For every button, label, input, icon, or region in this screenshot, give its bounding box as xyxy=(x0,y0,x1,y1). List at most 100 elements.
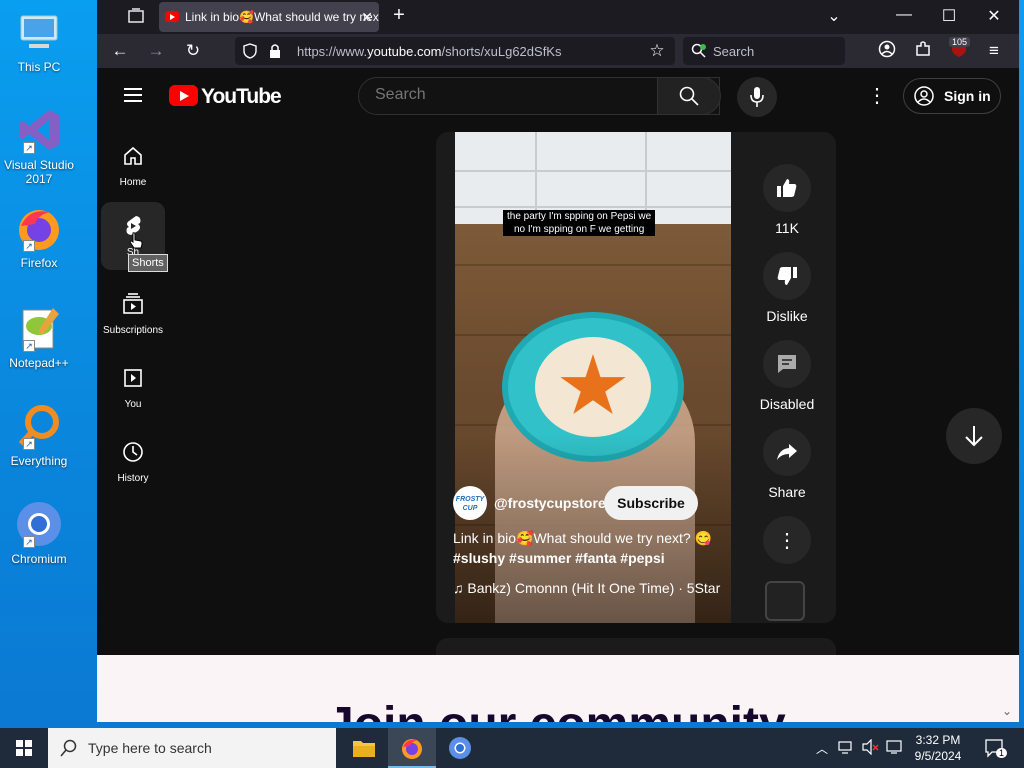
short-title-text: Link in bio🥰What should we try next? 😋 xyxy=(453,530,712,546)
sidebar-item-history[interactable]: History xyxy=(101,428,165,496)
sidebar-item-label: You xyxy=(124,399,142,410)
account-icon[interactable] xyxy=(875,40,899,62)
channel-name[interactable]: @frostycupstore xyxy=(494,495,606,511)
share-label: Share xyxy=(768,484,806,500)
dislike-button[interactable]: Dislike xyxy=(747,252,827,324)
new-tab-icon[interactable]: + xyxy=(387,4,411,27)
mouse-cursor-hand-icon xyxy=(129,232,143,255)
extension-badge: 105 xyxy=(949,37,971,47)
tab-list-icon[interactable] xyxy=(127,8,147,26)
desktop-icon-visual-studio[interactable]: ↗ Visual Studio 2017 xyxy=(4,106,74,186)
desktop-icon-notepadpp[interactable]: ↗ Notepad++ xyxy=(4,304,74,370)
list-all-tabs-icon[interactable]: ⌄ xyxy=(819,6,849,26)
channel-row: FROSTY CUP @frostycupstore Subscribe xyxy=(453,486,743,522)
reload-icon[interactable]: ↻ xyxy=(181,40,205,62)
notification-count: 1 xyxy=(996,748,1008,758)
display-icon[interactable] xyxy=(886,739,902,758)
page-footer-banner: Join our community xyxy=(97,655,1019,722)
your-videos-icon xyxy=(124,369,142,387)
more-vertical-icon: ⋮ xyxy=(777,530,797,552)
show-hidden-icons-icon[interactable]: ︿ xyxy=(816,740,828,757)
tab-youtube-shorts[interactable]: Link in bio🥰What should we try next? ✕ xyxy=(159,2,379,32)
youtube-page: YouTube ⋮ Sign in Home Sh Shorts Subscri… xyxy=(97,68,1019,658)
clock-date: 9/5/2024 xyxy=(914,749,962,763)
footer-heading: Join our community xyxy=(327,697,786,722)
search-input[interactable] xyxy=(375,86,655,104)
maximize-icon[interactable]: ☐ xyxy=(934,6,964,26)
sidebar-item-you[interactable]: You xyxy=(101,354,165,422)
minimize-icon[interactable]: — xyxy=(889,6,919,24)
bookmark-star-icon[interactable]: ☆ xyxy=(645,40,669,62)
volume-muted-icon[interactable] xyxy=(862,738,880,758)
back-icon[interactable]: ← xyxy=(108,40,132,62)
desktop-icon-firefox[interactable]: ↗ Firefox xyxy=(4,204,74,270)
sound-thumbnail[interactable] xyxy=(765,581,805,621)
extensions-icon[interactable] xyxy=(911,40,935,62)
shortcut-arrow-icon: ↗ xyxy=(23,240,35,252)
desktop-icon-everything[interactable]: ↗ Everything xyxy=(4,402,74,468)
search-icon xyxy=(679,86,699,106)
share-button[interactable]: Share xyxy=(747,428,827,500)
settings-more-icon[interactable]: ⋮ xyxy=(867,86,887,106)
taskbar-clock[interactable]: 3:32 PM 9/5/2024 xyxy=(908,732,968,764)
firefox-icon xyxy=(402,739,422,759)
shortcut-arrow-icon: ↗ xyxy=(23,438,35,450)
tab-title: Link in bio🥰What should we try next? xyxy=(185,10,379,24)
forward-icon[interactable]: → xyxy=(144,40,168,62)
shorts-tooltip: Shorts xyxy=(128,254,168,272)
like-button[interactable]: 11K xyxy=(747,164,827,236)
taskbar-chromium[interactable] xyxy=(436,728,484,768)
app-menu-icon[interactable]: ≡ xyxy=(982,40,1006,62)
chromium-icon: ↗ xyxy=(15,500,63,548)
user-circle-icon xyxy=(914,86,934,106)
sidebar-item-label: Subscriptions xyxy=(102,325,164,336)
url-text: https://www.youtube.com/shorts/xuLg62dSf… xyxy=(297,44,562,59)
subscribe-button[interactable]: Subscribe xyxy=(604,486,698,520)
desktop-icon-label: Firefox xyxy=(20,256,58,270)
close-window-icon[interactable]: ✕ xyxy=(979,6,1009,26)
taskbar-firefox[interactable] xyxy=(388,728,436,768)
desktop-icon-chromium[interactable]: ↗ Chromium xyxy=(4,500,74,566)
everything-icon: ↗ xyxy=(15,402,63,450)
browser-search-box[interactable]: Search xyxy=(683,37,845,65)
home-icon xyxy=(124,146,142,165)
music-ticker[interactable]: ♫ Bankz) Cmonnn (Hit It One Time) · 5Sta… xyxy=(453,580,737,596)
channel-avatar[interactable]: FROSTY CUP xyxy=(453,486,487,520)
short-title[interactable]: Link in bio🥰What should we try next? 😋 #… xyxy=(453,528,743,568)
comments-label: Disabled xyxy=(759,396,815,412)
desktop-icon-label: This PC xyxy=(17,60,61,74)
sign-in-button[interactable]: Sign in xyxy=(903,78,1001,114)
notifications-icon[interactable]: 1 xyxy=(984,738,1008,761)
arrow-down-icon xyxy=(965,426,983,447)
comments-button[interactable]: Disabled xyxy=(747,340,827,412)
chromium-icon xyxy=(449,737,471,759)
sign-in-label: Sign in xyxy=(944,88,991,104)
short-hashtags[interactable]: #slushy #summer #fanta #pepsi xyxy=(453,548,743,568)
computer-icon xyxy=(15,8,63,56)
more-actions-button[interactable]: ⋮ xyxy=(747,516,827,572)
taskbar-search[interactable]: Type here to search xyxy=(48,728,336,768)
next-short-button[interactable] xyxy=(946,408,1002,464)
firefox-window: Link in bio🥰What should we try next? ✕ +… xyxy=(97,0,1019,722)
scroll-down-icon[interactable]: ⌄ xyxy=(1002,704,1012,718)
voice-search-button[interactable] xyxy=(737,77,777,117)
history-icon xyxy=(123,442,143,462)
search-box-label: Search xyxy=(713,44,755,59)
tracking-shield-icon[interactable] xyxy=(243,43,257,64)
desktop-icon-this-pc[interactable]: This PC xyxy=(4,8,74,74)
search-button[interactable] xyxy=(657,77,721,115)
start-button[interactable] xyxy=(0,728,48,768)
address-bar[interactable]: https://www.youtube.com/shorts/xuLg62dSf… xyxy=(235,37,675,65)
guide-menu-icon[interactable] xyxy=(124,88,142,102)
search-engine-icon xyxy=(691,43,707,64)
video-caption: the party I'm spping on Pepsi we no I'm … xyxy=(503,210,656,236)
close-tab-icon[interactable]: ✕ xyxy=(361,2,373,32)
thumbs-down-icon xyxy=(777,267,797,285)
desktop-icon-label: Notepad++ xyxy=(9,356,69,370)
lock-icon[interactable] xyxy=(269,43,281,64)
taskbar-file-explorer[interactable] xyxy=(340,728,388,768)
network-icon[interactable] xyxy=(838,739,854,758)
subscriptions-icon xyxy=(123,293,143,314)
sidebar-item-home[interactable]: Home xyxy=(101,132,165,200)
sidebar-item-subscriptions[interactable]: Subscriptions xyxy=(101,280,165,348)
